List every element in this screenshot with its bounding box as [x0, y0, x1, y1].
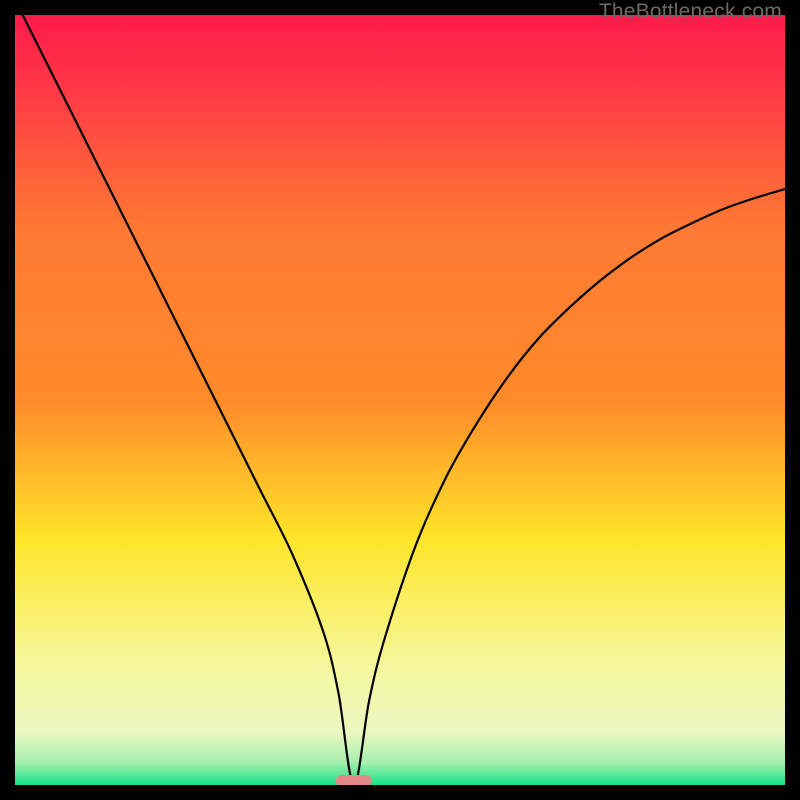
watermark-text: TheBottleneck.com	[599, 0, 782, 24]
minimum-marker	[336, 775, 372, 785]
gradient-background	[15, 15, 785, 785]
chart-svg	[15, 15, 785, 785]
chart-area	[15, 15, 785, 785]
